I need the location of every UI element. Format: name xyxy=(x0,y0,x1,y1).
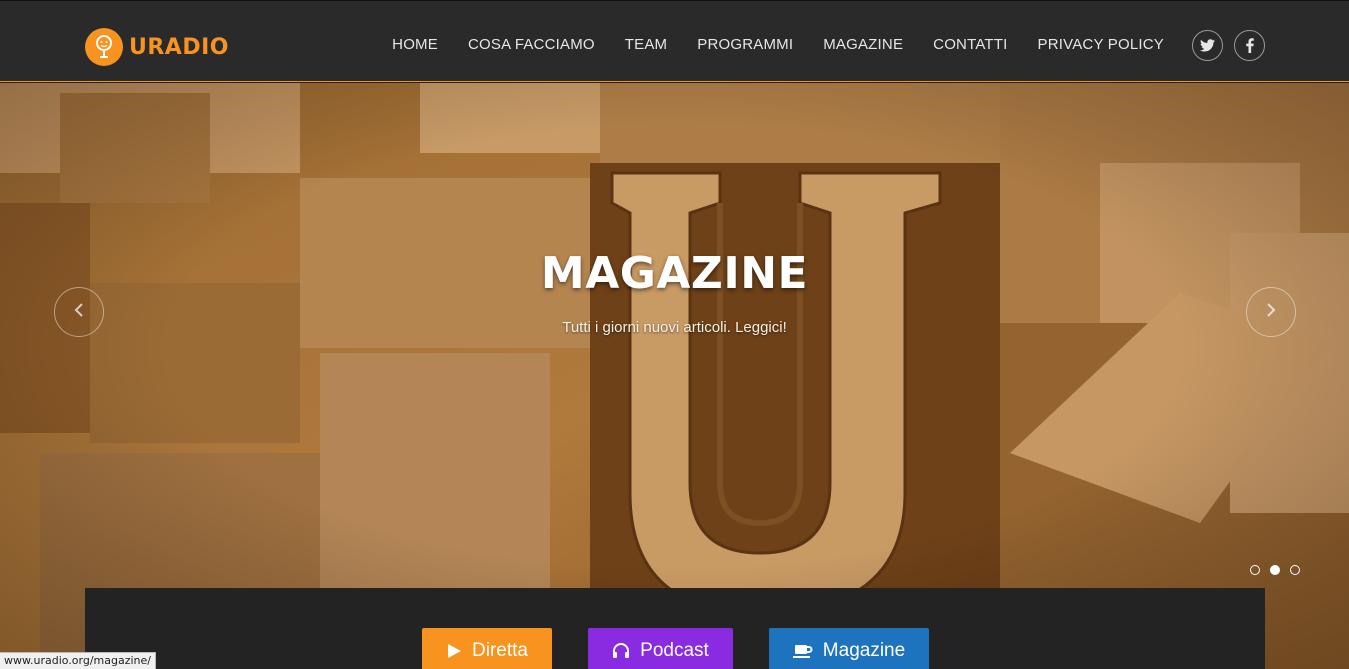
headphones-icon xyxy=(612,642,630,659)
nav-item-cosa-facciamo[interactable]: COSA FACCIAMO xyxy=(468,36,595,53)
main-nav: HOME COSA FACCIAMO TEAM PROGRAMMI MAGAZI… xyxy=(362,36,1164,53)
twitter-icon[interactable] xyxy=(1192,30,1223,61)
carousel-next-button[interactable] xyxy=(1246,287,1296,337)
diretta-button[interactable]: Diretta xyxy=(422,628,552,669)
brand-name: URADIO xyxy=(129,34,229,60)
hero-background-image xyxy=(0,83,1349,669)
nav-item-privacy-policy[interactable]: PRIVACY POLICY xyxy=(1038,36,1164,53)
nav-item-team[interactable]: TEAM xyxy=(625,36,667,53)
diretta-label: Diretta xyxy=(472,639,528,661)
magazine-label: Magazine xyxy=(822,639,906,661)
hero-carousel: MAGAZINE Tutti i giorni nuovi articoli. … xyxy=(0,83,1349,669)
hero-title: MAGAZINE xyxy=(540,248,809,299)
chevron-right-icon xyxy=(1266,302,1276,322)
status-bar-url: www.uradio.org/magazine/ xyxy=(0,652,156,669)
carousel-dot[interactable] xyxy=(1290,565,1300,575)
carousel-indicators xyxy=(1250,565,1310,575)
cta-panel: Diretta Podcast Magazine xyxy=(85,588,1265,669)
coffee-cup-icon xyxy=(792,643,813,659)
social-links xyxy=(1192,30,1276,61)
carousel-dot-active[interactable] xyxy=(1270,565,1280,575)
facebook-icon[interactable] xyxy=(1234,30,1265,61)
carousel-dot[interactable] xyxy=(1250,565,1260,575)
carousel-prev-button[interactable] xyxy=(54,287,104,337)
podcast-button[interactable]: Podcast xyxy=(588,628,733,669)
site-logo[interactable]: URADIO xyxy=(85,28,229,66)
nav-item-home[interactable]: HOME xyxy=(392,36,438,53)
magazine-button[interactable]: Magazine xyxy=(769,628,929,669)
hero-caption: MAGAZINE Tutti i giorni nuovi articoli. … xyxy=(0,248,1349,336)
nav-item-contatti[interactable]: CONTATTI xyxy=(933,36,1007,53)
play-icon xyxy=(446,643,462,659)
hero-subtitle: Tutti i giorni nuovi articoli. Leggici! xyxy=(562,319,787,336)
microphone-icon xyxy=(85,28,123,66)
podcast-label: Podcast xyxy=(640,639,709,661)
nav-item-programmi[interactable]: PROGRAMMI xyxy=(697,36,793,53)
nav-item-magazine[interactable]: MAGAZINE xyxy=(823,36,903,53)
navbar: URADIO HOME COSA FACCIAMO TEAM PROGRAMMI… xyxy=(0,0,1349,82)
chevron-left-icon xyxy=(74,302,84,322)
